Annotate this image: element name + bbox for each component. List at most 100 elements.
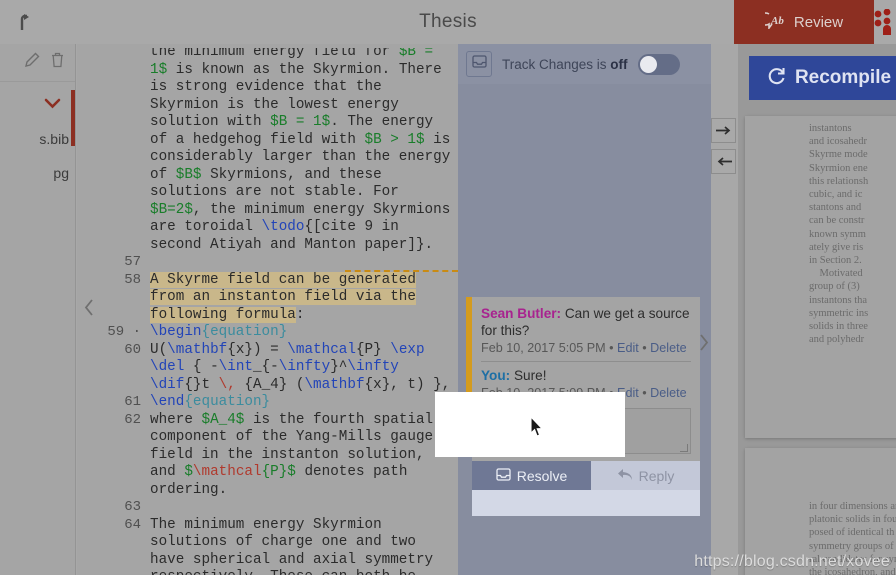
line-text: where $A_4$ is the fourth spatial [150, 411, 434, 428]
code-line[interactable]: 1$ is known as the Skyrmion. There [100, 62, 458, 80]
code-line[interactable]: 58 A Skyrme field can be generated [100, 271, 458, 290]
code-line[interactable]: and $\mathcal{P}$ denotes path [100, 464, 458, 482]
code-line[interactable]: solution with $B = 1$. The energy [100, 114, 458, 132]
code-line[interactable]: of $B$ Skyrmions, and these [100, 167, 458, 185]
comment-author: Sean Butler: [481, 306, 562, 321]
line-text: and $\mathcal{P}$ denotes path [150, 464, 408, 480]
popup-overlay [435, 392, 625, 457]
chevron-left-icon [84, 299, 94, 320]
code-line[interactable]: Skyrmion is the lowest energy [100, 97, 458, 115]
latex-editor[interactable]: the minimum energy field for $B = 1$ is k… [77, 44, 458, 575]
code-line[interactable]: considerably larger than the energy [100, 149, 458, 167]
pencil-icon[interactable] [24, 52, 40, 73]
comment-connector-line [345, 270, 458, 272]
code-line[interactable]: from an instanton field via the [100, 289, 458, 307]
review-panel: Track Changes is off Sean Butler: Can we… [458, 44, 711, 575]
resolve-button[interactable]: Resolve [472, 461, 591, 490]
code-line[interactable]: of a hedgehog field with $B > 1$ is [100, 132, 458, 150]
trash-icon[interactable] [50, 52, 65, 73]
code-line[interactable]: \del { -\int_{-\infty}^\infty [100, 359, 458, 377]
list-item[interactable]: pg [0, 156, 75, 190]
code-line[interactable]: 59 · \begin{equation} [100, 324, 458, 342]
track-changes-text: Track Changes is [502, 56, 611, 72]
code-line[interactable]: 61 \end{equation} [100, 394, 458, 412]
pdf-page: instantons and icosahedr Skyrme mode Sky… [745, 116, 896, 438]
code-line[interactable]: is strong evidence that the [100, 79, 458, 97]
resize-grip-icon[interactable] [680, 444, 688, 452]
code-line[interactable]: are toroidal \todo{[cite 9 in [100, 219, 458, 237]
line-text: Skyrmion is the lowest energy [150, 96, 399, 113]
line-text: 1$ is known as the Skyrmion. There [150, 61, 442, 78]
review-body: Sean Butler: Can we get a source for thi… [458, 84, 711, 575]
review-toolbar: Track Changes is off [458, 44, 711, 84]
pdf-preview-pane: instantons and icosahedr Skyrme mode Sky… [738, 44, 896, 575]
comment-author: You: [481, 368, 511, 383]
recompile-button[interactable]: Recompile [749, 56, 896, 100]
code-line[interactable]: second Atiyah and Manton paper]}. [100, 237, 458, 255]
code-line[interactable]: 60 U(\mathbf{x}) = \mathcal{P} \exp [100, 342, 458, 360]
comment-message: You: Sure! [481, 367, 691, 384]
code-line[interactable]: ordering. [100, 482, 458, 500]
pane-nav-arrows [711, 118, 738, 180]
file-sidebar: s.bib pg [0, 44, 76, 575]
code-line[interactable]: following formula: [100, 306, 458, 325]
code-area[interactable]: the minimum energy field for $B = 1$ is k… [100, 44, 458, 575]
code-line[interactable]: respectively. These can both be [100, 569, 458, 575]
line-number: 60 [124, 341, 141, 358]
list-item[interactable]: s.bib [0, 122, 75, 156]
inbox-icon [496, 467, 511, 484]
comment-delete-link[interactable]: Delete [650, 341, 686, 355]
line-text: solutions of charge one and two [150, 534, 416, 550]
sidebar-file-label: pg [53, 165, 69, 181]
meta-separator: • [642, 386, 647, 400]
comment-edit-link[interactable]: Edit [617, 341, 639, 355]
line-text: \dif{}t \, {A_4} (\mathbf{x}, t) }, [150, 376, 451, 393]
code-line[interactable]: 57 [100, 254, 458, 272]
nav-next-button[interactable] [711, 118, 736, 143]
review-panel-collapse-handle[interactable] [699, 334, 709, 355]
line-text: solution with $B = 1$. The energy [150, 114, 434, 130]
review-ab-icon: Ab [758, 11, 787, 33]
review-button-label: Review [793, 13, 844, 31]
reply-button-label: Reply [638, 467, 675, 484]
inbox-icon [471, 55, 487, 73]
meta-separator: • [609, 341, 614, 355]
code-line[interactable]: have spherical and axial symmetry [100, 552, 458, 570]
line-number: 61 [124, 394, 141, 410]
line-text: ordering. [150, 481, 228, 498]
code-line[interactable]: 62 where $A_4$ is the fourth spatial [100, 412, 458, 430]
code-line[interactable]: \dif{}t \, {A_4} (\mathbf{x}, t) }, [100, 377, 458, 395]
resolve-button-label: Resolve [516, 467, 568, 484]
comment-divider [481, 361, 691, 362]
thread-actions: Resolve Reply [472, 461, 700, 490]
code-line[interactable]: solutions of charge one and two [100, 534, 458, 552]
folder-toggle[interactable] [0, 88, 75, 122]
reply-button[interactable]: Reply [591, 461, 700, 490]
code-line[interactable]: component of the Yang-Mills gauge [100, 429, 458, 447]
code-line[interactable]: $B=2$, the minimum energy Skyrmions [100, 202, 458, 220]
active-file-indicator [71, 90, 75, 146]
thread-footer [472, 490, 700, 516]
watermark: https://blog.csdn.net/xovee [694, 553, 890, 570]
comment-delete-link[interactable]: Delete [650, 386, 686, 400]
line-text: is strong evidence that the [150, 79, 382, 95]
code-line[interactable]: solutions are not stable. For [100, 184, 458, 202]
editor-collapse-handle[interactable] [77, 44, 100, 575]
line-number: 63 [124, 499, 141, 515]
line-text: from an instanton field via the [150, 289, 416, 305]
share-people-icon[interactable] [874, 0, 896, 44]
chevron-right-icon [699, 334, 709, 355]
code-line[interactable]: field in the instanton solution, [100, 447, 458, 465]
track-changes-toggle[interactable] [637, 53, 680, 75]
line-number: 59 · [107, 324, 141, 340]
nav-prev-button[interactable] [711, 149, 736, 174]
line-text: of $B$ Skyrmions, and these [150, 166, 382, 183]
review-button[interactable]: Ab Review [734, 0, 874, 44]
line-number: 58 [124, 271, 141, 288]
code-line[interactable]: 64 The minimum energy Skyrmion [100, 517, 458, 535]
sidebar-file-label: s.bib [39, 131, 69, 147]
line-text: A Skyrme field can be generated [150, 271, 416, 288]
code-line[interactable]: 63 [100, 499, 458, 517]
inbox-button[interactable] [466, 51, 492, 77]
editor-top-fade [77, 44, 458, 48]
